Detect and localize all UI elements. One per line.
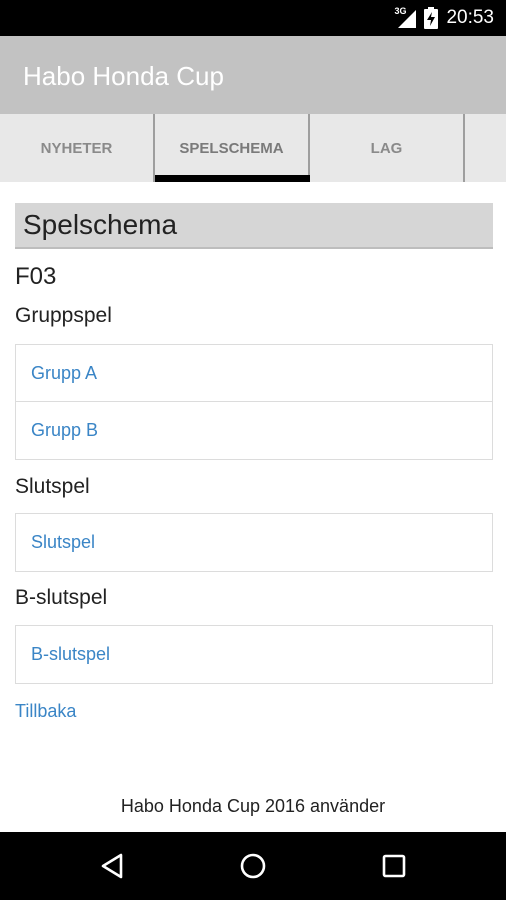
list-item-grupp-b[interactable]: Grupp B xyxy=(16,402,492,459)
app-bar: Habo Honda Cup xyxy=(0,36,506,114)
tab-partial[interactable] xyxy=(465,114,506,182)
status-bar: 3G 20:53 xyxy=(0,0,506,36)
tab-spelschema[interactable]: SPELSCHEMA xyxy=(155,114,310,182)
tab-lag[interactable]: LAG xyxy=(310,114,465,182)
active-tab-indicator xyxy=(155,175,310,182)
nav-bar xyxy=(0,832,506,900)
battery-charging-icon xyxy=(424,7,439,29)
groups-label: Gruppspel xyxy=(15,304,112,327)
main-content: Spelschema F03 Gruppspel Grupp A Grupp B… xyxy=(15,203,493,722)
list-item-b-slutspel[interactable]: B-slutspel xyxy=(16,626,492,683)
b-playoffs-list: B-slutspel xyxy=(15,625,493,684)
tab-bar: NYHETER SPELSCHEMA LAG xyxy=(0,114,506,182)
category-label: F03 xyxy=(15,263,57,290)
list-item-slutspel[interactable]: Slutspel xyxy=(16,514,492,571)
b-playoffs-label: B-slutspel xyxy=(15,586,108,609)
groups-list: Grupp A Grupp B xyxy=(15,344,493,460)
signal-icon: 3G xyxy=(394,6,417,29)
tab-nyheter[interactable]: NYHETER xyxy=(0,114,155,182)
playoffs-label: Slutspel xyxy=(15,475,90,498)
list-item-grupp-a[interactable]: Grupp A xyxy=(16,345,492,402)
clock: 20:53 xyxy=(446,7,494,28)
footer-text: Habo Honda Cup 2016 använder xyxy=(120,796,386,816)
recents-icon[interactable] xyxy=(378,850,410,882)
home-icon[interactable] xyxy=(237,850,269,882)
app-title: Habo Honda Cup xyxy=(23,61,224,91)
playoffs-list: Slutspel xyxy=(15,513,493,572)
back-icon[interactable] xyxy=(97,850,129,882)
section-title: Spelschema xyxy=(15,203,493,249)
back-link[interactable]: Tillbaka xyxy=(15,701,493,722)
status-icons: 3G 20:53 xyxy=(394,0,494,36)
